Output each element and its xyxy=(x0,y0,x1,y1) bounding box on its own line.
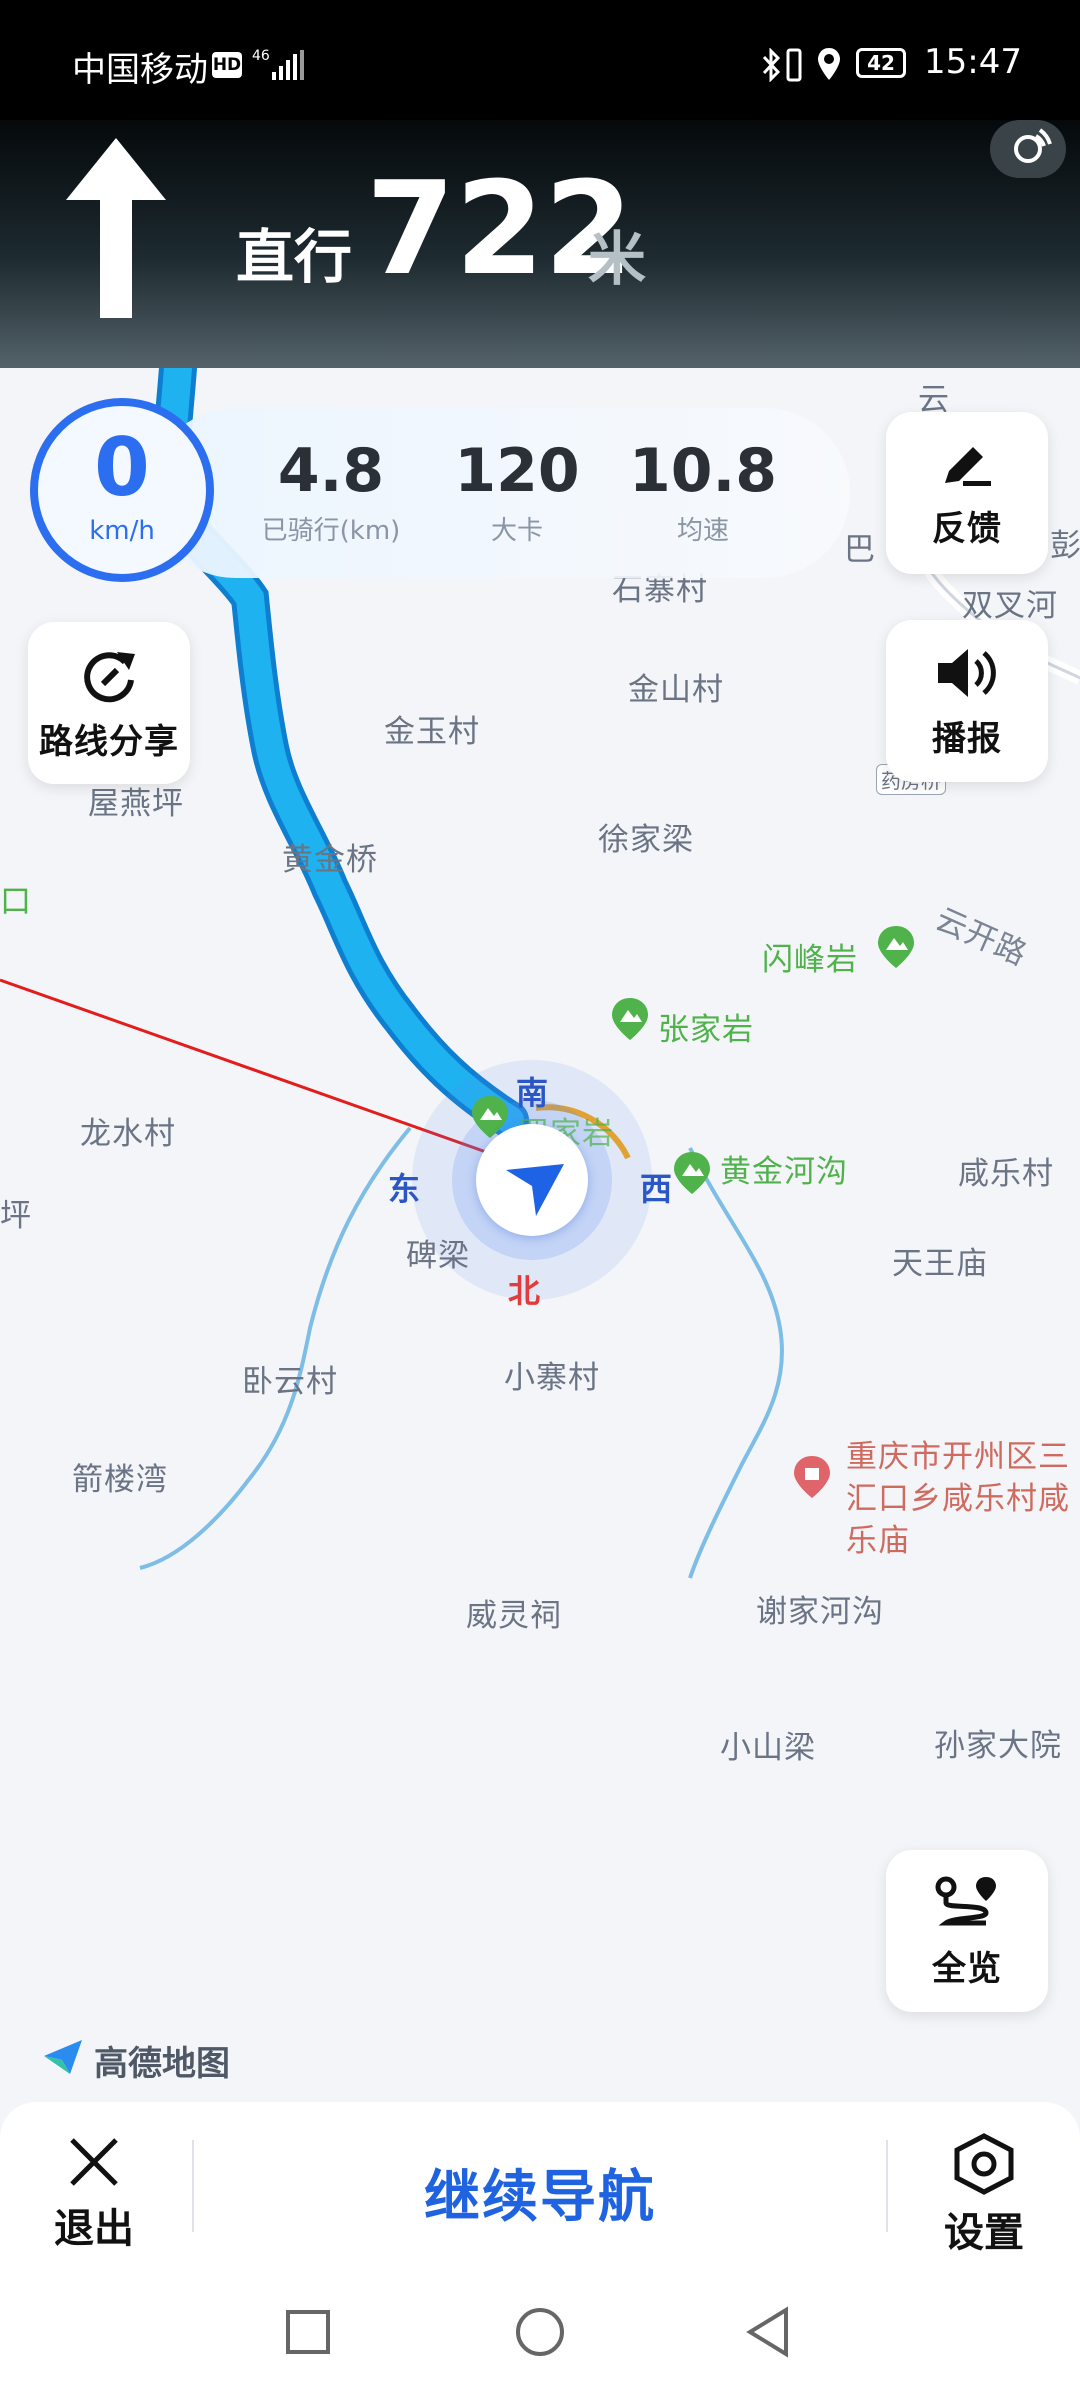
share-arrow-icon xyxy=(84,651,135,702)
network-type: 46 xyxy=(252,48,270,64)
navigation-arrow-icon xyxy=(506,1164,564,1216)
map-label: 天王庙 xyxy=(892,1246,988,1282)
map-label: 金山村 xyxy=(628,672,724,708)
clock: 15:47 xyxy=(924,42,1022,82)
avg-speed-stat: 10.8 均速 xyxy=(628,436,778,547)
map-label: 金玉村 xyxy=(384,714,480,750)
straight-arrow-icon xyxy=(66,138,166,318)
distance-stat: 4.8 已骑行(km) xyxy=(256,436,406,547)
map-label: 小山梁 xyxy=(720,1730,816,1766)
carrier-name: 中国移动 xyxy=(72,50,208,90)
avg-speed-label: 均速 xyxy=(676,516,729,546)
close-icon xyxy=(70,2138,118,2186)
settings-label: 设置 xyxy=(944,2210,1024,2256)
settings-button[interactable]: 设置 xyxy=(924,2132,1044,2262)
compass-west: 西 xyxy=(640,1170,673,1208)
map-label: 龙水村 xyxy=(80,1116,176,1152)
map-label: 屋燕坪 xyxy=(88,786,184,822)
scenic-pin-icon xyxy=(674,1152,710,1194)
ride-stats-panel: 4.8 已骑行(km) 120 大卡 10.8 均速 xyxy=(150,408,850,578)
bluetooth-icon xyxy=(762,48,781,82)
map-label: 巴 xyxy=(844,532,876,568)
home-icon[interactable] xyxy=(514,2306,566,2358)
compass-south: 南 xyxy=(516,1074,549,1112)
divider xyxy=(886,2140,888,2232)
distance-value: 4.8 xyxy=(277,436,385,506)
poi-label[interactable]: 黄金河沟 xyxy=(720,1146,848,1191)
vibrate-icon xyxy=(786,48,802,82)
map-label: 箭楼湾 xyxy=(72,1462,168,1498)
hd-badge: HD xyxy=(212,52,242,78)
overview-button[interactable]: 全览 xyxy=(886,1850,1048,2012)
status-bar: 中国移动 HD 46 42 15:47 xyxy=(0,0,1080,130)
edit-pencil-icon xyxy=(945,446,991,486)
satellite-icon xyxy=(1014,128,1052,163)
maneuver-text: 直行 xyxy=(236,223,353,291)
signal-icon xyxy=(272,50,304,80)
avg-speed-value: 10.8 xyxy=(628,436,778,506)
map-label: 双叉河 xyxy=(962,588,1058,624)
route-overview-icon xyxy=(935,1876,996,1925)
exit-button[interactable]: 退出 xyxy=(34,2132,154,2262)
map-label: 口 xyxy=(0,884,32,920)
divider xyxy=(192,2140,194,2232)
calorie-value: 120 xyxy=(454,436,580,506)
poi-label[interactable]: 闪峰岩 xyxy=(762,934,858,979)
poi-label[interactable]: 张家岩 xyxy=(658,1004,754,1049)
speaker-icon xyxy=(938,648,996,697)
navigation-header: 直行 722 米 xyxy=(0,120,1080,370)
calorie-stat: 120 大卡 xyxy=(442,436,592,547)
share-route-label: 路线分享 xyxy=(39,721,179,762)
exit-label: 退出 xyxy=(54,2206,134,2252)
map-label: 坪 xyxy=(0,1198,32,1234)
map-label: 彭 xyxy=(1050,528,1080,564)
gps-signal-button[interactable] xyxy=(990,120,1066,178)
feedback-button[interactable]: 反馈 xyxy=(886,412,1048,574)
scenic-pin-icon xyxy=(612,998,648,1040)
map-label: 威灵祠 xyxy=(466,1598,562,1634)
continue-navigation-button[interactable]: 继续导航 xyxy=(196,2132,884,2252)
overview-label: 全览 xyxy=(932,1948,1002,1989)
calorie-label: 大卡 xyxy=(490,516,543,546)
battery-icon: 42 xyxy=(856,48,906,78)
distance-label: 已骑行(km) xyxy=(261,516,401,546)
temple-poi-label[interactable]: 重庆市开州区三汇口乡咸乐村咸乐庙 xyxy=(846,1436,1076,1562)
speedometer: 0 km/h xyxy=(30,398,214,582)
map-label: 咸乐村 xyxy=(958,1156,1054,1192)
compass-east: 东 xyxy=(388,1170,421,1208)
broadcast-label: 播报 xyxy=(932,718,1002,759)
gear-icon xyxy=(954,2133,1014,2195)
back-icon[interactable] xyxy=(744,2306,792,2358)
map-label: 小寨村 xyxy=(504,1360,600,1396)
amap-logo-icon xyxy=(44,2040,82,2074)
map-label: 卧云村 xyxy=(242,1364,338,1400)
scenic-pin-icon xyxy=(878,926,914,968)
system-navigation-bar xyxy=(0,2282,1080,2388)
speed-value: 0 xyxy=(94,421,150,514)
map-label: 碑梁 xyxy=(406,1238,470,1274)
map-label: 徐家梁 xyxy=(598,822,694,858)
map-label: 黄金桥 xyxy=(282,842,378,878)
distance-unit: 米 xyxy=(588,225,647,293)
bottom-bar: 退出 继续导航 设置 xyxy=(0,2102,1080,2282)
map-label: 孙家大院 xyxy=(934,1728,1062,1764)
feedback-label: 反馈 xyxy=(932,508,1002,549)
speed-unit: km/h xyxy=(89,516,155,546)
compass-north: 北 xyxy=(508,1272,541,1310)
broadcast-button[interactable]: 播报 xyxy=(886,620,1048,782)
recent-apps-icon[interactable] xyxy=(284,2308,332,2356)
location-icon xyxy=(818,48,840,80)
current-location-marker xyxy=(476,1124,588,1236)
amap-brand: 高德地图 xyxy=(94,2044,230,2084)
share-route-button[interactable]: 路线分享 xyxy=(28,622,190,784)
temple-pin-icon xyxy=(794,1456,830,1498)
map-label: 谢家河沟 xyxy=(756,1594,884,1630)
